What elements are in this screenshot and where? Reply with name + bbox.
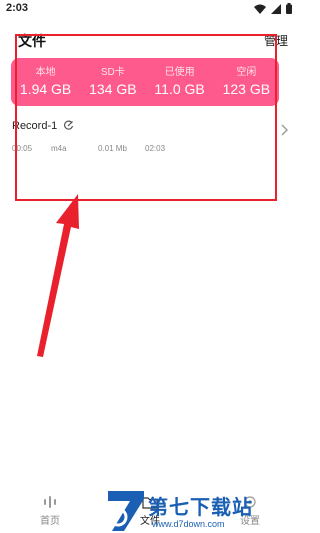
settings-icon bbox=[244, 496, 256, 508]
rename-icon[interactable] bbox=[63, 120, 74, 131]
tab-label: 设置 bbox=[240, 516, 260, 527]
status-bar: 2:03 bbox=[0, 0, 300, 18]
signal-icon bbox=[271, 3, 281, 14]
status-time: 2:03 bbox=[6, 2, 29, 14]
status-icons bbox=[254, 3, 292, 14]
storage-value: 11.0 GB bbox=[154, 81, 205, 97]
recording-duration: 00:05 bbox=[12, 144, 33, 153]
recording-date: 02:03 bbox=[145, 144, 166, 153]
recording-meta: 00:05 m4a 0.01 Mb 02:03 bbox=[12, 144, 165, 153]
chevron-right-icon[interactable] bbox=[281, 124, 289, 136]
tab-files[interactable]: 文件 bbox=[100, 487, 200, 533]
storage-label: 已使用 bbox=[164, 67, 195, 78]
recording-format: m4a bbox=[51, 144, 67, 153]
storage-summary-card: 本地 1.94 GB SD卡 134 GB 已使用 11.0 GB 空闲 123… bbox=[11, 58, 279, 106]
recording-list-item[interactable]: Record-1 00:05 m4a 0.01 Mb 02:03 bbox=[12, 118, 289, 160]
tab-home[interactable]: 首页 bbox=[0, 487, 100, 533]
storage-value: 134 GB bbox=[89, 81, 137, 97]
storage-sd-card: SD卡 134 GB bbox=[89, 66, 136, 98]
tab-label: 文件 bbox=[140, 516, 160, 527]
bottom-navigation: 首页 文件 设置 bbox=[0, 487, 300, 533]
storage-value: 123 GB bbox=[222, 81, 271, 97]
storage-label: 本地 bbox=[35, 67, 56, 78]
storage-label: SD卡 bbox=[100, 67, 125, 78]
waveform-icon bbox=[44, 496, 56, 508]
tab-label: 首页 bbox=[40, 516, 60, 527]
page-title: 文件 bbox=[18, 33, 46, 49]
recording-name: Record-1 bbox=[12, 120, 58, 132]
storage-value: 1.94 GB bbox=[19, 81, 72, 97]
storage-local: 本地 1.94 GB bbox=[20, 66, 71, 98]
wifi-icon bbox=[254, 4, 266, 14]
storage-used: 已使用 11.0 GB bbox=[154, 66, 204, 98]
folder-icon bbox=[142, 497, 158, 509]
storage-label: 空闲 bbox=[236, 67, 257, 78]
tab-settings[interactable]: 设置 bbox=[200, 487, 300, 533]
storage-free: 空闲 123 GB bbox=[223, 66, 270, 98]
manage-button[interactable]: 管理 bbox=[264, 32, 288, 49]
battery-icon bbox=[286, 3, 292, 14]
recording-size: 0.01 Mb bbox=[98, 144, 127, 153]
